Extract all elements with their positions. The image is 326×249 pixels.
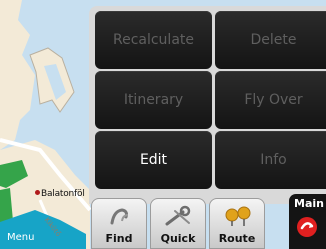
main-label: Main: [294, 197, 324, 210]
find-icon: [92, 205, 146, 227]
itinerary-button[interactable]: Itinerary: [95, 71, 212, 129]
fly-over-button[interactable]: Fly Over: [215, 71, 326, 129]
delete-button[interactable]: Delete: [215, 11, 326, 69]
tab-route-label: Route: [218, 232, 256, 245]
main-icon: [296, 216, 318, 238]
map-menu-button[interactable]: Menu: [7, 232, 34, 243]
navigation-screen: Balatonföl Kikötő Menu Recalculate Delet…: [0, 0, 326, 249]
recalculate-button[interactable]: Recalculate: [95, 11, 212, 69]
bottom-tab-bar: Find Quick Route Main: [87, 194, 326, 249]
tab-find-label: Find: [105, 232, 133, 245]
tab-quick[interactable]: Quick: [150, 198, 206, 249]
place-name: Balatonföl: [41, 189, 85, 199]
main-button[interactable]: Main: [289, 194, 326, 249]
tab-route[interactable]: Route: [209, 198, 265, 249]
map-place-label: Balatonföl: [35, 189, 85, 199]
wrench-icon: [151, 205, 205, 227]
info-button[interactable]: Info: [215, 131, 326, 189]
edit-button[interactable]: Edit: [95, 131, 212, 189]
route-flags-icon: [210, 205, 264, 227]
place-dot-icon: [35, 190, 40, 195]
tab-quick-label: Quick: [160, 232, 196, 245]
tab-find[interactable]: Find: [91, 198, 147, 249]
